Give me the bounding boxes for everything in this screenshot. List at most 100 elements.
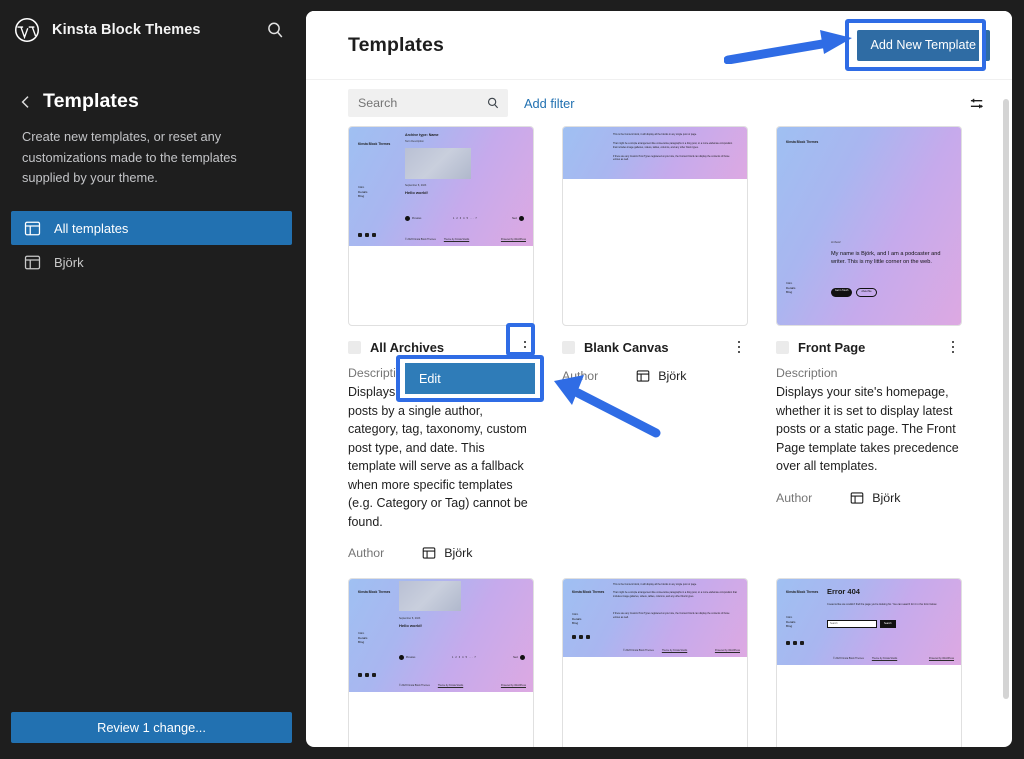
card-checkbox[interactable] xyxy=(562,341,575,354)
template-preview-blank-canvas[interactable]: This is the Content block, it will displ… xyxy=(562,126,748,326)
preview-footer-right: Powered by WordPress xyxy=(501,684,526,688)
sidebar-item-bjork[interactable]: Björk xyxy=(11,245,292,279)
preview-canvas: Kinsta Block Themes This is the Content … xyxy=(563,579,747,657)
preview-image-placeholder xyxy=(405,148,471,179)
preview-footer-right: Powered by WordPress xyxy=(715,649,740,653)
page-title: Templates xyxy=(348,34,444,57)
preview-footer-left: © 2023 Kinsta Block Themes xyxy=(623,649,654,653)
panel-title: Templates xyxy=(43,90,139,113)
preview-canvas: Kinsta Block Themes Hi there! My name is… xyxy=(777,127,961,325)
sidebar-item-label: Björk xyxy=(54,255,84,270)
preview-brand: Kinsta Block Themes xyxy=(572,590,608,594)
preview-line: If there are any Custom Post Types regis… xyxy=(613,612,737,620)
preview-nav-item: Blog xyxy=(786,290,795,295)
author-row: Author Björk xyxy=(348,546,534,560)
template-card: Kinsta Block Themes Archive type: Name T… xyxy=(348,126,534,560)
search-input[interactable] xyxy=(348,89,508,117)
content-header: Templates Add New Template xyxy=(306,11,1012,80)
site-header: Kinsta Block Themes xyxy=(0,0,303,60)
chevron-left-icon[interactable] xyxy=(19,95,33,109)
card-title: Blank Canvas xyxy=(584,340,721,355)
template-card: Kinsta Block Themes Error 404 It seems l… xyxy=(776,578,962,747)
site-title: Kinsta Block Themes xyxy=(52,22,253,38)
author-name: Björk xyxy=(658,369,686,383)
preview-brand: Kinsta Block Themes xyxy=(358,142,394,146)
preview-nav: Intro Details Blog xyxy=(358,631,367,645)
context-menu: Edit xyxy=(396,355,544,402)
preview-nav-item: Blog xyxy=(572,621,581,626)
author-value: Björk xyxy=(422,546,472,560)
preview-nav: Intro Details Blog xyxy=(358,185,367,199)
preview-brand: Kinsta Block Themes xyxy=(786,140,822,144)
preview-social-icons xyxy=(786,641,804,645)
template-icon xyxy=(422,546,436,560)
preview-nav-item: Blog xyxy=(358,194,367,199)
sliders-icon[interactable] xyxy=(969,95,986,112)
preview-nav: Intro Details Blog xyxy=(786,281,795,295)
template-icon xyxy=(24,254,41,271)
preview-pagination-prev: Previous xyxy=(405,216,421,221)
preview-search-row: Search Search xyxy=(827,620,896,628)
template-preview-index[interactable]: Kinsta Block Themes September 8, 2023 He… xyxy=(348,578,534,747)
preview-eyebrow: Hi there! xyxy=(831,241,841,245)
author-row: Author Björk xyxy=(776,491,962,505)
add-filter-button[interactable]: Add filter xyxy=(524,96,575,111)
more-vertical-icon[interactable] xyxy=(516,337,534,357)
author-name: Björk xyxy=(872,491,900,505)
card-header: Front Page xyxy=(776,337,962,357)
template-preview-front-page[interactable]: Kinsta Block Themes Hi there! My name is… xyxy=(776,126,962,326)
template-preview-all-archives[interactable]: Kinsta Block Themes Archive type: Name T… xyxy=(348,126,534,326)
template-icon xyxy=(850,491,864,505)
preview-line: This is the Content block, it will displ… xyxy=(613,133,735,137)
template-card: This is the Content block, it will displ… xyxy=(562,126,748,560)
preview-footer-right-wrap: Powered by WordPress xyxy=(929,657,954,661)
preview-post-title: Hello world! xyxy=(405,190,428,196)
search-icon[interactable] xyxy=(265,20,285,40)
preview-search-button: Search xyxy=(880,620,896,628)
preview-social-icons xyxy=(358,673,376,677)
toolbar: Add filter xyxy=(306,80,1012,126)
preview-pagination-numbers: 1 2 3 4 5 ... 7 xyxy=(453,217,477,221)
card-header: Blank Canvas xyxy=(562,337,748,357)
preview-post-title: Hello world! xyxy=(399,623,422,629)
menu-item-edit[interactable]: Edit xyxy=(405,363,535,394)
sidebar-item-all-templates[interactable]: All templates xyxy=(11,211,292,245)
card-checkbox[interactable] xyxy=(776,341,789,354)
preview-canvas: This is the Content block, it will displ… xyxy=(563,127,747,179)
vertical-scrollbar[interactable] xyxy=(1003,99,1009,699)
panel-description: Create new templates, or reset any custo… xyxy=(22,127,279,189)
preview-hero-text: My name is Björk, and I am a podcaster a… xyxy=(831,251,949,267)
preview-button-primary: Get in Touch xyxy=(831,288,852,297)
author-label: Author xyxy=(348,546,384,560)
preview-footer-left: © 2023 Kinsta Block Themes xyxy=(405,238,436,242)
card-checkbox[interactable] xyxy=(348,341,361,354)
app-window: Kinsta Block Themes Templates Create new… xyxy=(0,0,1024,759)
preview-canvas: Kinsta Block Themes Error 404 It seems l… xyxy=(777,579,961,665)
preview-footer-right-wrap: Powered by WordPress xyxy=(501,238,526,242)
description-text: Displays your site's homepage, whether i… xyxy=(776,383,962,476)
search-field[interactable] xyxy=(348,89,508,117)
author-name: Björk xyxy=(444,546,472,560)
preview-footer-mid: Theme by Kinsta Studio xyxy=(444,238,469,242)
card-header: All Archives xyxy=(348,337,534,357)
sidebar-item-label: All templates xyxy=(54,221,128,236)
preview-footer: © 2023 Kinsta Block Themes Theme by Kins… xyxy=(399,684,463,688)
template-preview-page-404[interactable]: Kinsta Block Themes Error 404 It seems l… xyxy=(776,578,962,747)
preview-footer-right: Powered by WordPress xyxy=(929,657,954,661)
preview-brand: Kinsta Block Themes xyxy=(786,590,822,594)
template-preview-no-title[interactable]: Kinsta Block Themes This is the Content … xyxy=(562,578,748,747)
review-changes-button[interactable]: Review 1 change... xyxy=(11,712,292,743)
more-vertical-icon[interactable] xyxy=(944,337,962,357)
card-title: Front Page xyxy=(798,340,935,355)
preview-footer-left: © 2023 Kinsta Block Themes xyxy=(833,657,864,661)
preview-pagination-prev: Previous xyxy=(399,655,415,660)
preview-social-icons xyxy=(358,233,376,237)
annotation-arrow-to-edit xyxy=(538,367,662,439)
preview-footer: © 2023 Kinsta Block Themes Theme by Kins… xyxy=(405,238,469,242)
preview-footer-right-wrap: Powered by WordPress xyxy=(501,684,526,688)
preview-pagination-next: Next xyxy=(512,216,524,221)
add-new-template-button[interactable]: Add New Template xyxy=(857,30,990,61)
preview-image-placeholder xyxy=(399,581,461,611)
more-vertical-icon[interactable] xyxy=(730,337,748,357)
preview-nav-item: Blog xyxy=(786,624,795,629)
